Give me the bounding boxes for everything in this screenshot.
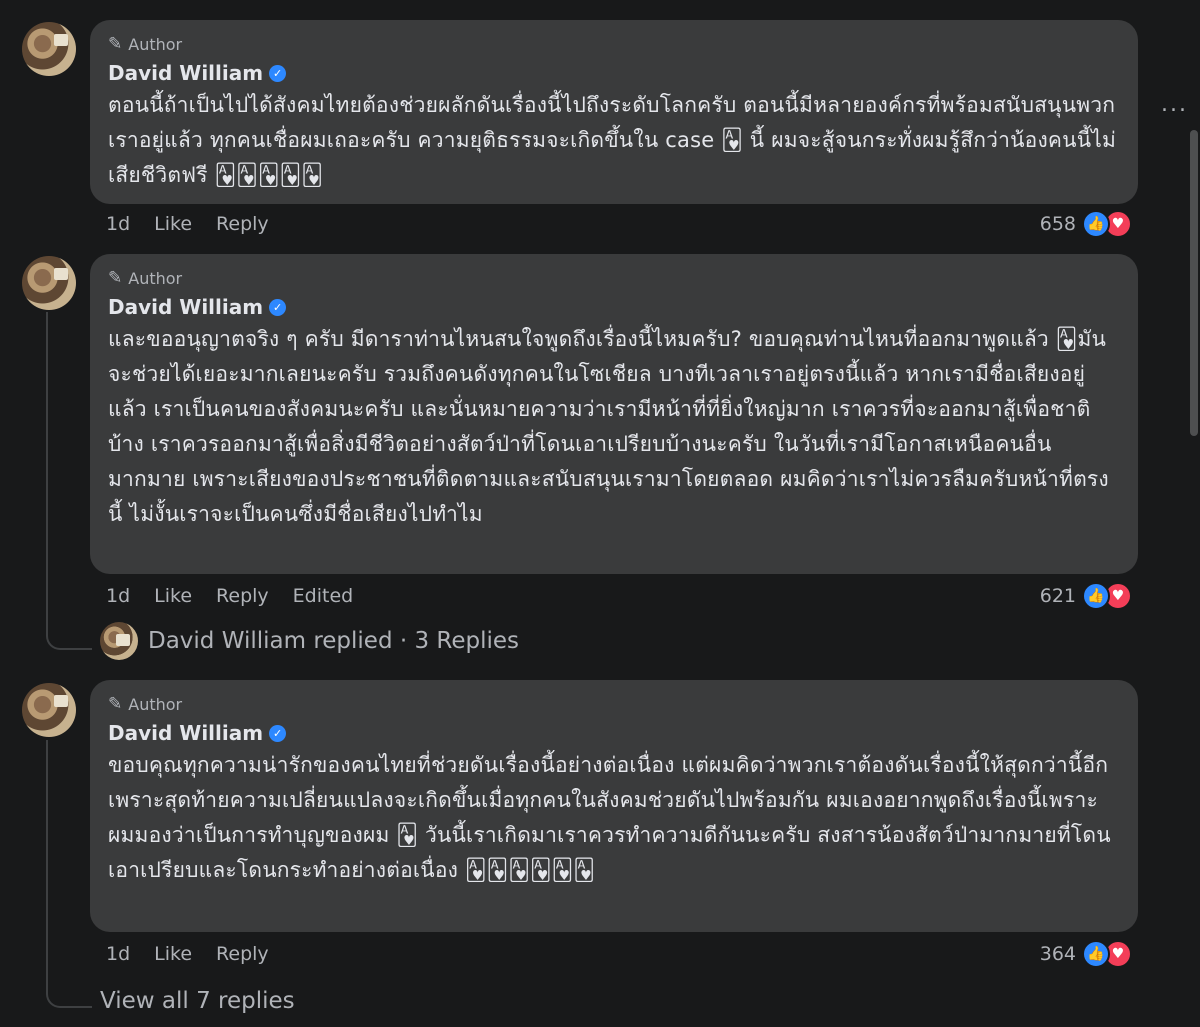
pencil-icon: ✎ xyxy=(108,268,123,288)
comment-actions: 1d Like Reply xyxy=(106,943,269,965)
replies-summary-link[interactable]: David William replied · 3 Replies xyxy=(100,622,519,660)
more-options-icon[interactable]: ... xyxy=(1161,92,1188,117)
comment-bubble: ✎ Author David William ✓ ขอบคุณทุกความน่… xyxy=(90,680,1138,932)
author-badge-label: Author xyxy=(128,694,183,714)
author-badge: ✎ Author xyxy=(108,692,1120,716)
commenter-name[interactable]: David William xyxy=(108,61,263,85)
comment-time[interactable]: 1d xyxy=(106,213,130,235)
comment-time[interactable]: 1d xyxy=(106,943,130,965)
commenter-name[interactable]: David William xyxy=(108,721,263,745)
avatar[interactable] xyxy=(22,256,76,310)
reaction-count: 364 xyxy=(1039,943,1076,965)
like-button[interactable]: Like xyxy=(154,943,192,965)
like-reaction-icon: 👍 xyxy=(1082,940,1110,968)
comment-bubble: ✎ Author David William ✓ ตอนนี้ถ้าเป็นไป… xyxy=(90,20,1138,204)
reply-button[interactable]: Reply xyxy=(216,213,269,235)
reaction-count: 621 xyxy=(1039,585,1076,607)
pencil-icon: ✎ xyxy=(108,694,123,714)
comment-time[interactable]: 1d xyxy=(106,585,130,607)
pencil-icon: ✎ xyxy=(108,34,123,54)
author-badge: ✎ Author xyxy=(108,32,1120,56)
replies-summary-text[interactable]: David William replied · 3 Replies xyxy=(148,628,519,654)
comment-text: ขอบคุณทุกความน่ารักของคนไทยที่ช่วยดันเรื… xyxy=(108,753,1111,882)
comment-text: ตอนนี้ถ้าเป็นไปได้สังคมไทยต้องช่วยผลักดั… xyxy=(108,93,1117,187)
reply-button[interactable]: Reply xyxy=(216,943,269,965)
comment-text: และขออนุญาตจริง ๆ ครับ มีดาราท่านไหนสนใจ… xyxy=(108,327,1109,526)
like-button[interactable]: Like xyxy=(154,585,192,607)
view-all-replies-link[interactable]: View all 7 replies xyxy=(100,988,295,1014)
reaction-summary[interactable]: 621 👍 ♥ xyxy=(1040,582,1132,610)
commenter-name[interactable]: David William xyxy=(108,295,263,319)
author-badge-label: Author xyxy=(128,268,183,288)
avatar xyxy=(100,622,138,660)
author-badge-label: Author xyxy=(128,34,183,54)
like-reaction-icon: 👍 xyxy=(1082,210,1110,238)
scrollbar-thumb[interactable] xyxy=(1190,130,1198,436)
like-button[interactable]: Like xyxy=(154,213,192,235)
like-reaction-icon: 👍 xyxy=(1082,582,1110,610)
avatar[interactable] xyxy=(22,683,76,737)
comment-bubble: ✎ Author David William ✓ และขออนุญาตจริง… xyxy=(90,254,1138,574)
thread-line xyxy=(46,740,48,990)
thread-hook xyxy=(46,632,92,650)
verified-badge-icon: ✓ xyxy=(269,724,287,742)
edited-label[interactable]: Edited xyxy=(293,585,354,607)
author-badge: ✎ Author xyxy=(108,266,1120,290)
reaction-count: 658 xyxy=(1039,213,1076,235)
reaction-summary[interactable]: 364 👍 ♥ xyxy=(1040,940,1132,968)
verified-badge-icon: ✓ xyxy=(269,64,287,82)
reply-button[interactable]: Reply xyxy=(216,585,269,607)
avatar[interactable] xyxy=(22,22,76,76)
thread-line xyxy=(46,312,48,632)
reaction-summary[interactable]: 658 👍 ♥ xyxy=(1040,210,1132,238)
scrollbar[interactable] xyxy=(1188,130,1200,440)
comment-actions: 1d Like Reply Edited xyxy=(106,585,353,607)
comment-actions: 1d Like Reply xyxy=(106,213,269,235)
verified-badge-icon: ✓ xyxy=(269,298,287,316)
thread-hook xyxy=(46,990,92,1008)
